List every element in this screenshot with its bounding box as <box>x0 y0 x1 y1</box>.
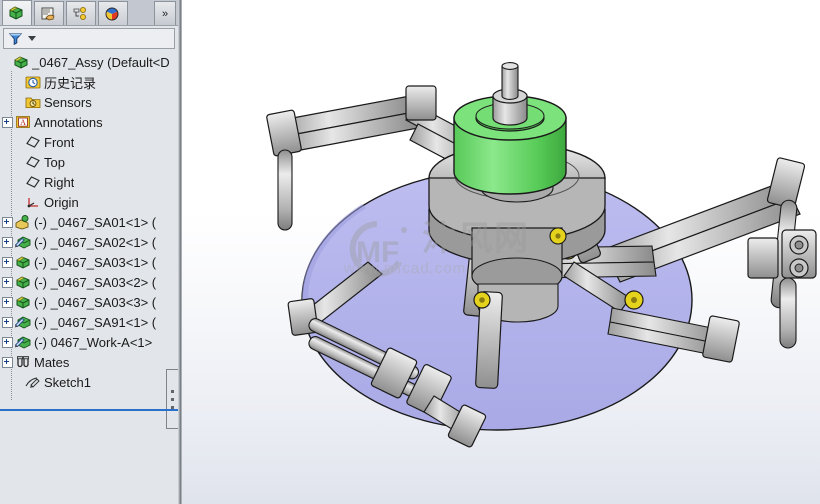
expander-plus[interactable] <box>2 236 13 248</box>
subassembly-b-icon <box>15 316 31 329</box>
tree-node-label: (-) _0467_SA01<1> ( <box>34 214 157 230</box>
tree-node-label: (-) 0467_Work-A<1> <box>34 334 153 350</box>
origin-icon <box>27 198 38 208</box>
config-yellow-icon <box>73 6 86 20</box>
feature-manager-panel: » _0467_Assy (Default<D 历史记录 Sensors A A… <box>0 0 178 504</box>
expander[interactable] <box>14 78 23 87</box>
plane-icon <box>26 136 40 148</box>
expander[interactable] <box>14 378 23 387</box>
expander-plus[interactable] <box>2 256 13 268</box>
tree-node-label: (-) _0467_SA03<2> ( <box>34 274 157 290</box>
expander-plus[interactable] <box>2 336 13 348</box>
toolbar-overflow-button[interactable]: » <box>154 1 176 25</box>
part-icon <box>16 276 30 289</box>
tree-node-mates[interactable]: Mates <box>0 352 178 372</box>
tree-filter-bar[interactable] <box>3 28 175 49</box>
sketch-pencil-icon <box>25 377 40 388</box>
tree-node-plane-right[interactable]: Right <box>0 172 178 192</box>
model-3d-assembly[interactable] <box>182 0 820 504</box>
tab-display-manager[interactable] <box>98 1 128 25</box>
tree-node-label: Mates <box>34 354 70 370</box>
green-box-tree-icon <box>8 6 22 20</box>
history-clock-icon <box>25 76 41 89</box>
tree-node-sa02[interactable]: (-) _0467_SA02<1> ( <box>0 232 178 252</box>
grip-dot <box>171 389 174 393</box>
plane-icon <box>26 176 40 188</box>
tab-configuration-manager[interactable] <box>66 1 96 25</box>
mates-paperclip-icon <box>17 356 29 368</box>
sensors-folder-icon <box>25 97 41 108</box>
expander[interactable] <box>14 158 23 167</box>
tab-feature-manager[interactable] <box>2 0 32 25</box>
tree-node-plane-front[interactable]: Front <box>0 132 178 152</box>
tree-node-sa03-1[interactable]: (-) _0467_SA03<1> ( <box>0 252 178 272</box>
tree-node-label: (-) _0467_SA91<1> ( <box>34 314 157 330</box>
tree-node-sa03-2[interactable]: (-) _0467_SA03<2> ( <box>0 272 178 292</box>
tree-node-label: (-) _0467_SA02<1> ( <box>34 234 157 250</box>
svg-text:A: A <box>20 118 26 127</box>
plane-icon <box>26 156 40 168</box>
tree-node-label: Top <box>44 154 65 170</box>
tree-node-label: (-) _0467_SA03<1> ( <box>34 254 157 270</box>
tree-node-sketch1[interactable]: Sketch1 <box>0 372 178 392</box>
subassembly-b-icon <box>15 336 31 349</box>
tree-node-label: Sketch1 <box>44 374 91 390</box>
expander[interactable] <box>14 98 23 107</box>
panel-resize-grip[interactable] <box>166 369 178 429</box>
design-tree[interactable]: _0467_Assy (Default<D 历史记录 Sensors A Ann… <box>0 49 178 504</box>
expander-plus[interactable] <box>2 316 13 328</box>
graphics-viewport[interactable]: MF 沐风网 www.mfcad.com <box>182 0 820 504</box>
tree-node-label: 历史记录 <box>44 75 97 91</box>
tree-node-label: Right <box>44 174 75 190</box>
manager-tab-strip: » <box>0 0 178 26</box>
filter-funnel-icon[interactable] <box>8 31 23 46</box>
grip-dot <box>171 397 174 401</box>
tree-node-sa03-3[interactable]: (-) _0467_SA03<3> ( <box>0 292 178 312</box>
tree-node-assembly-root[interactable]: _0467_Assy (Default<D <box>0 52 178 72</box>
expander-plus[interactable] <box>2 116 13 128</box>
expander[interactable] <box>2 58 11 67</box>
tree-node-annotations[interactable]: A Annotations <box>0 112 178 132</box>
tree-node-label: _0467_Assy (Default<D <box>32 54 170 70</box>
annotations-icon: A <box>16 116 30 128</box>
tab-property-manager[interactable] <box>34 1 64 25</box>
tree-node-sensors[interactable]: Sensors <box>0 92 178 112</box>
tree-node-sa01[interactable]: (-) _0467_SA01<1> ( <box>0 212 178 232</box>
tree-node-sa91[interactable]: (-) _0467_SA91<1> ( <box>0 312 178 332</box>
tree-node-origin[interactable]: Origin <box>0 192 178 212</box>
subassembly-a-icon <box>15 215 29 230</box>
tree-node-work-a[interactable]: (-) 0467_Work-A<1> <box>0 332 178 352</box>
tree-node-label: Sensors <box>44 94 92 110</box>
expander-plus[interactable] <box>2 216 13 228</box>
tree-node-label: Annotations <box>34 114 103 130</box>
expander[interactable] <box>14 138 23 147</box>
expander[interactable] <box>14 198 23 207</box>
tree-node-label: Front <box>44 134 75 150</box>
hand-page-icon <box>41 7 55 20</box>
assembly-icon <box>14 56 28 69</box>
solidworks-window: » _0467_Assy (Default<D 历史记录 Sensors A A… <box>0 0 820 504</box>
part-icon <box>16 296 30 309</box>
part-icon <box>16 256 30 269</box>
filter-dropdown-caret[interactable] <box>28 36 36 41</box>
expander-plus[interactable] <box>2 276 13 288</box>
linkage-front <box>473 291 503 389</box>
tree-node-history[interactable]: 历史记录 <box>0 72 178 92</box>
expander-plus[interactable] <box>2 356 13 368</box>
motor-shaft <box>492 62 528 126</box>
expander-plus[interactable] <box>2 296 13 308</box>
tree-node-plane-top[interactable]: Top <box>0 152 178 172</box>
tree-node-label: Origin <box>44 194 79 210</box>
pivot-cluster-back <box>549 227 567 245</box>
subassembly-b-icon <box>15 236 31 249</box>
expander[interactable] <box>14 178 23 187</box>
panel-section-divider <box>0 409 178 411</box>
tree-node-label: (-) _0467_SA03<3> ( <box>34 294 157 310</box>
color-wheel-icon <box>105 7 118 20</box>
